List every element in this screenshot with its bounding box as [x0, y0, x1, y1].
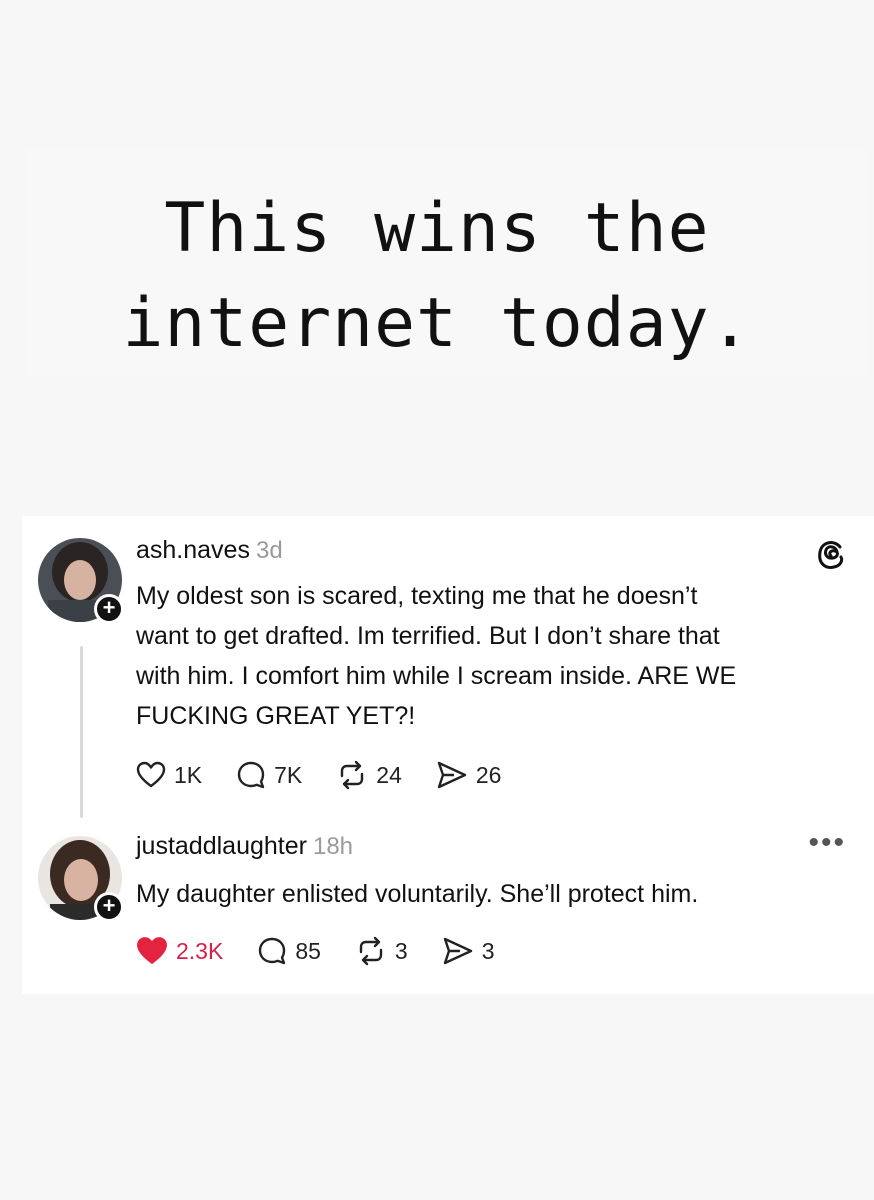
- reply-button[interactable]: 7K: [236, 760, 302, 790]
- post-actions: 2.3K 85 3 3: [136, 936, 529, 966]
- share-button[interactable]: 3: [442, 936, 495, 966]
- comment-icon: [237, 761, 265, 789]
- repost-button[interactable]: 3: [355, 936, 408, 966]
- heart-icon: [137, 937, 167, 964]
- threads-post-card: + ash.naves 3d My oldest son is scared, t…: [22, 516, 874, 994]
- reply-count: 7K: [274, 761, 303, 788]
- post-text-line: want to get drafted. Im terrified. But I…: [136, 622, 720, 650]
- post-text-line: with him. I comfort him while I scream i…: [136, 662, 737, 690]
- headline-line-2: internet today.: [122, 284, 752, 363]
- reply-button[interactable]: 85: [257, 936, 321, 966]
- like-count: 1K: [174, 761, 203, 788]
- reply-count: 85: [295, 937, 321, 964]
- share-count: 26: [475, 761, 502, 788]
- post-text: My daughter enlisted voluntarily. She’ll…: [136, 874, 698, 914]
- headline: This wins the internet today.: [0, 181, 874, 371]
- repost-button[interactable]: 24: [336, 760, 402, 790]
- heart-icon: [136, 761, 166, 788]
- timestamp: 18h: [312, 833, 354, 860]
- more-options-icon[interactable]: •••: [808, 828, 846, 858]
- post-text: My oldest son is scared, texting me that…: [136, 576, 736, 736]
- username[interactable]: ash.naves: [136, 536, 250, 564]
- post-header: justaddlaughter 18h: [136, 832, 353, 861]
- like-button[interactable]: 2.3K: [136, 936, 223, 966]
- follow-plus-icon[interactable]: +: [94, 594, 124, 624]
- repost-icon: [341, 760, 364, 790]
- share-button[interactable]: 26: [436, 760, 502, 790]
- comment-icon: [259, 937, 286, 965]
- post-header: ash.naves 3d: [136, 536, 283, 565]
- post-text-line: My daughter enlisted voluntarily. She’ll…: [136, 880, 699, 908]
- threads-logo-icon[interactable]: [814, 538, 848, 572]
- like-count: 2.3K: [176, 937, 224, 964]
- repost-count: 24: [376, 761, 402, 788]
- headline-line-1: This wins the: [164, 189, 710, 268]
- like-button[interactable]: 1K: [136, 761, 202, 789]
- thread-connector-line: [80, 646, 83, 818]
- repost-icon: [359, 936, 383, 966]
- follow-plus-icon[interactable]: +: [94, 892, 124, 922]
- share-count: 3: [481, 937, 495, 964]
- send-icon: [437, 761, 467, 789]
- repost-count: 3: [394, 937, 408, 964]
- post-text-line: FUCKING GREAT YET?!: [136, 702, 416, 730]
- send-icon: [443, 937, 472, 965]
- timestamp: 3d: [255, 537, 283, 564]
- post-text-line: My oldest son is scared, texting me that…: [136, 582, 698, 610]
- username[interactable]: justaddlaughter: [136, 832, 307, 860]
- post-actions: 1K 7K 24 26: [136, 760, 535, 790]
